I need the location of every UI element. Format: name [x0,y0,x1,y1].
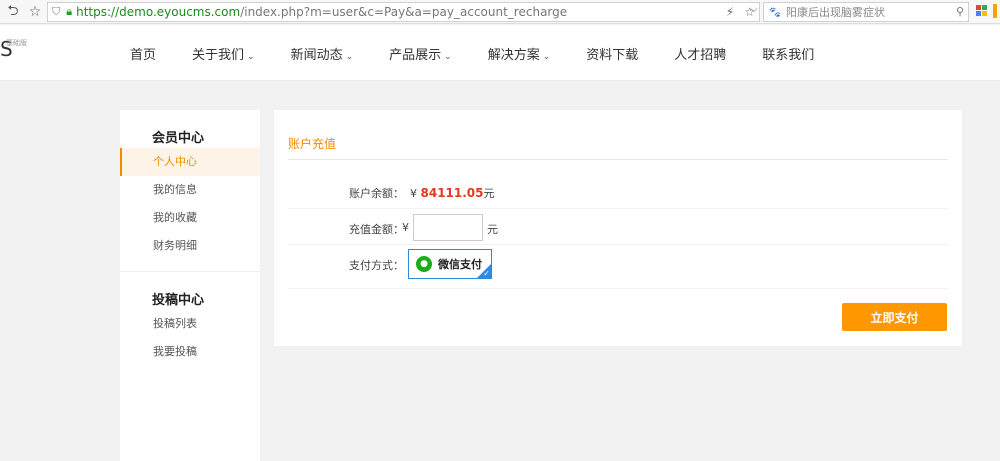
nav-item-downloads[interactable]: 资料下载 [586,44,638,63]
page-title: 账户充值 [288,137,337,151]
sidebar-divider [120,271,260,272]
chevron-down-icon: ⌄ [247,51,255,62]
chevron-down-icon: ⌄ [345,51,354,62]
balance-value: ¥ 84111.05元 [410,186,495,200]
nav-item-products[interactable]: 产品展示 ⌄ [389,44,452,63]
search-suggestion: 阳康后出现脑雾症状 [785,6,885,19]
url-host: demo.eyoucms.com [119,5,241,19]
main-nav: 首页 关于我们 ⌄ 新闻动态 ⌄ 产品展示 ⌄ 解决方案 ⌄ 资料下载 人才招聘 联系我… [130,25,850,81]
chevron-down-icon[interactable]: ⌵ [750,4,758,15]
row-divider [288,208,948,209]
row-divider [288,288,948,289]
wechat-pay-option[interactable]: ● 微信支付 ✓ [408,249,492,279]
member-center-title: 会员中心 [152,131,205,146]
nav-item-careers[interactable]: 人才招聘 [674,44,726,63]
lightning-icon[interactable]: ⚡ [726,5,734,19]
payment-method-label: 支付方式： [349,259,404,272]
amount-label: 充值金额： [349,223,404,236]
balance-label: 账户余额： [349,187,404,200]
chevron-down-icon: ⌄ [542,51,551,62]
baidu-paw-icon: 🐾︎ [768,5,782,19]
shield-icon: ⛉ [52,5,61,18]
back-icon[interactable]: ⮌ [4,2,22,22]
sidebar-item-new-submission[interactable]: 我要投稿 [120,338,260,366]
sidebar-item-my-info[interactable]: 我的信息 [120,176,260,204]
apps-grid-icon[interactable] [976,5,987,16]
extension-icon[interactable] [993,4,997,18]
amount-unit: 元 [487,223,498,236]
submission-center-title: 投稿中心 [152,293,205,308]
address-bar[interactable]: ⛉ 🔒︎ https://demo.eyoucms.com/index.php?… [47,2,760,22]
row-divider [288,244,948,245]
recharge-amount-input[interactable] [413,214,483,241]
pay-now-button[interactable]: 立即支付 [842,303,947,331]
nav-item-about[interactable]: 关于我们 ⌄ [192,44,255,63]
sidebar-item-finance[interactable]: 财务明细 [120,232,260,260]
url-path: /index.php?m=user&c=Pay&a=pay_account_re… [240,5,568,19]
logo-badge: 基础版 [6,39,27,47]
bookmark-star-icon[interactable]: ☆ [26,2,44,22]
browser-toolbar: ⮌ ☆ ⛉ 🔒︎ https://demo.eyoucms.com/index.… [0,0,1000,24]
sidebar-item-submission-list[interactable]: 投稿列表 [120,310,260,338]
lock-icon: 🔒︎ [66,5,73,18]
sidebar-item-favorites[interactable]: 我的收藏 [120,204,260,232]
wechat-icon: ● [416,256,432,272]
sidebar-item-profile[interactable]: 个人中心 [120,148,260,176]
title-divider [288,159,948,160]
currency-symbol: ¥ [402,221,409,234]
chevron-down-icon: ⌄ [444,51,452,62]
checkmark-icon: ✓ [483,269,490,278]
nav-item-home[interactable]: 首页 [130,44,156,63]
recharge-panel: 账户充值 账户余额： ¥ 84111.05元 充值金额： ¥ 元 支付方式： ●… [274,110,962,346]
nav-item-contact[interactable]: 联系我们 [762,44,814,63]
site-header: S 基础版 首页 关于我们 ⌄ 新闻动态 ⌄ 产品展示 ⌄ 解决方案 ⌄ 资料下载 人才… [0,25,1000,81]
browser-search-input[interactable]: ⌵ 🐾︎ 阳康后出现脑雾症状 ⚲ [750,2,969,22]
search-icon[interactable]: ⚲ [956,5,964,18]
nav-item-news[interactable]: 新闻动态 ⌄ [291,44,354,63]
user-sidebar: 会员中心 个人中心 我的信息 我的收藏 财务明细 投稿中心 投稿列表 我要投稿 [120,110,260,461]
nav-item-solutions[interactable]: 解决方案 ⌄ [488,44,551,63]
url-scheme: https:// [76,5,120,19]
